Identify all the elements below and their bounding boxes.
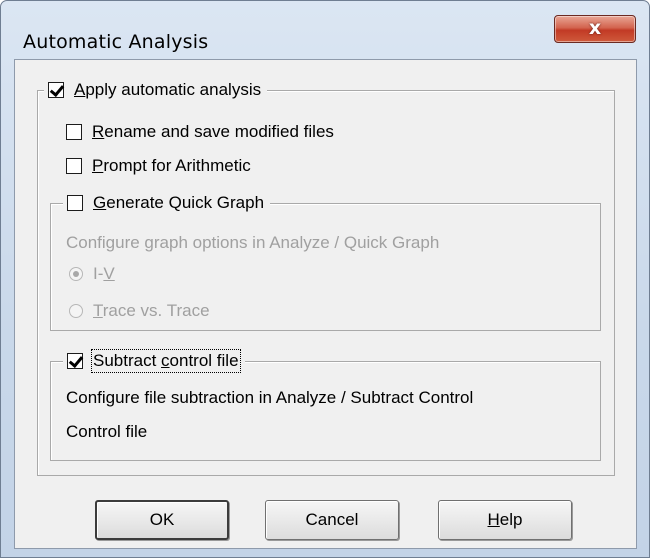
dialog-client-area: Apply automatic analysis Rename and save… [14,59,637,549]
help-button-label: Help [487,510,523,529]
apply-analysis-label: Apply automatic analysis [74,80,262,99]
help-button[interactable]: Help [438,500,572,540]
title-bar[interactable]: Automatic Analysis x [1,1,649,53]
subtract-control-group: Subtract control file Configure file sub… [50,349,601,461]
checkbox-icon[interactable] [67,195,83,211]
dialog-window: Automatic Analysis x Apply automatic ana… [0,0,650,558]
checkbox-icon[interactable] [48,82,64,98]
checkbox-icon[interactable] [67,353,83,369]
cancel-button[interactable]: Cancel [265,500,399,540]
rename-save-label: Rename and save modified files [92,122,334,141]
subtract-control-checkbox[interactable]: Subtract control file [63,349,245,373]
quick-graph-checkbox[interactable]: Generate Quick Graph [63,191,271,215]
quick-graph-info: Configure graph options in Analyze / Qui… [66,233,440,252]
close-button[interactable]: x [554,15,636,43]
apply-analysis-group: Apply automatic analysis Rename and save… [37,78,615,476]
apply-analysis-checkbox[interactable]: Apply automatic analysis [44,78,268,102]
quick-graph-group: Generate Quick Graph Configure graph opt… [50,191,601,331]
radio-icon[interactable] [69,267,83,281]
prompt-arithmetic-label: Prompt for Arithmetic [92,156,251,175]
radio-iv[interactable]: I-V [69,263,115,285]
checkbox-icon[interactable] [66,158,82,174]
radio-icon[interactable] [69,304,83,318]
checkbox-icon[interactable] [66,124,82,140]
subtract-control-label: Subtract control file [91,349,241,373]
radio-trace-vs-trace[interactable]: Trace vs. Trace [69,300,210,322]
control-file-label: Control file [66,422,148,441]
rename-save-checkbox[interactable]: Rename and save modified files [66,121,334,143]
ok-button[interactable]: OK [95,500,229,540]
close-icon: x [588,17,602,39]
window-title: Automatic Analysis [23,31,209,53]
quick-graph-label: Generate Quick Graph [93,193,265,212]
prompt-arithmetic-checkbox[interactable]: Prompt for Arithmetic [66,155,251,177]
subtract-info: Configure file subtraction in Analyze / … [66,388,474,407]
radio-iv-label: I-V [93,264,115,283]
radio-trace-label: Trace vs. Trace [93,301,210,320]
